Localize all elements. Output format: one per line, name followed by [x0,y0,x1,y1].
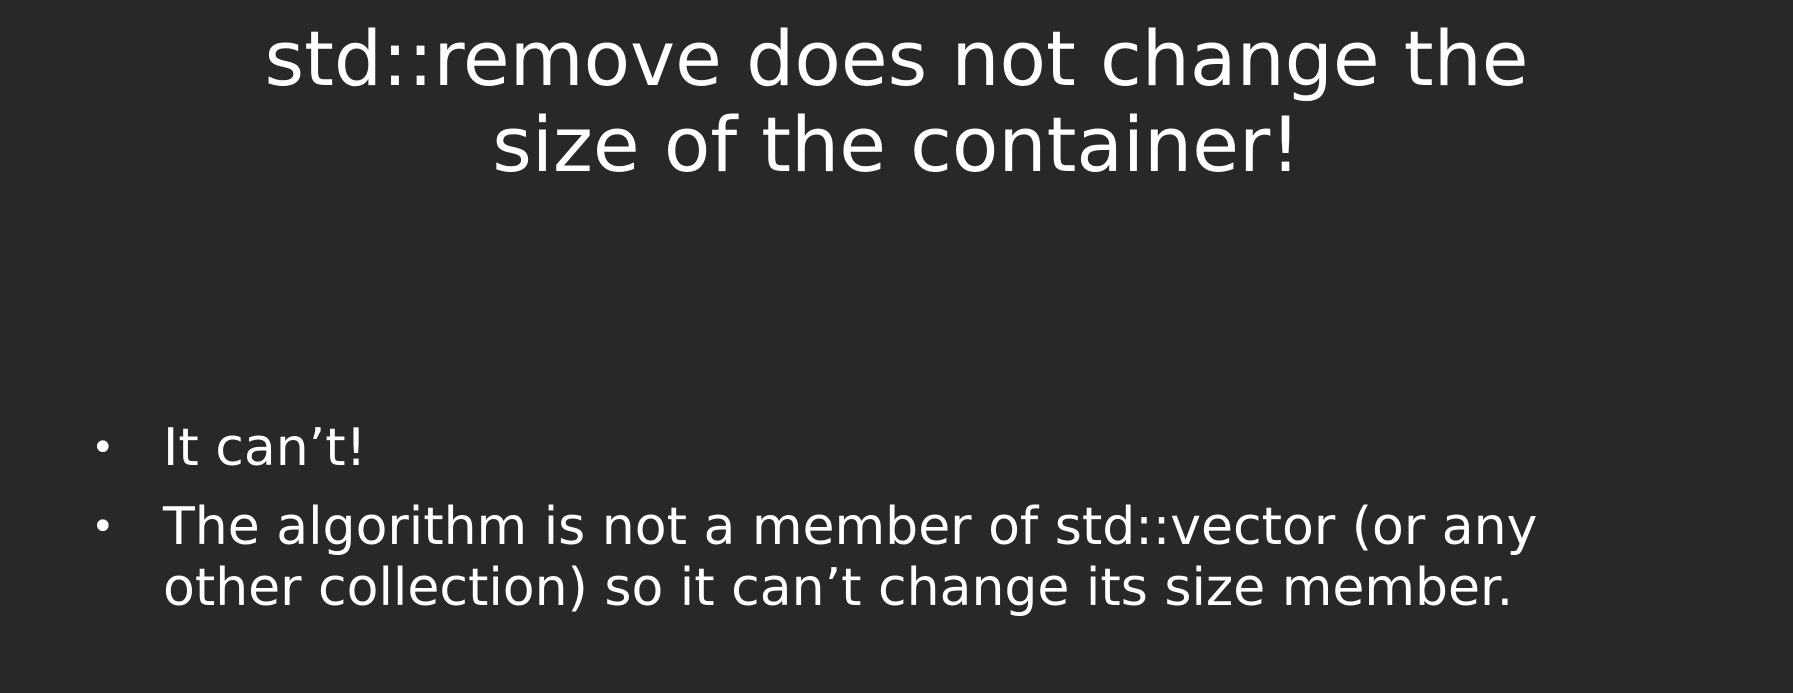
bullet-text: It can’t! [163,418,1793,479]
bullet-list: • It can’t! • The algorithm is not a mem… [0,418,1793,637]
bullet-item-1: • It can’t! [0,418,1793,479]
bullet-icon: • [91,425,115,471]
bullet-item-2: • The algorithm is not a member of std::… [0,497,1793,619]
bullet-text: The algorithm is not a member of std::ve… [163,497,1793,619]
bullet-icon: • [91,504,115,550]
slide-title-line-1: std::remove does not change the [264,14,1529,103]
slide-title-line-2: size of the container! [492,100,1301,189]
slide-title: std::remove does not change the size of … [150,16,1643,188]
bullet-line: It can’t! [163,418,367,478]
bullet-line: other collection) so it can’t change its… [163,558,1514,618]
slide: std::remove does not change the size of … [0,0,1793,693]
bullet-line: The algorithm is not a member of std::ve… [163,497,1538,557]
